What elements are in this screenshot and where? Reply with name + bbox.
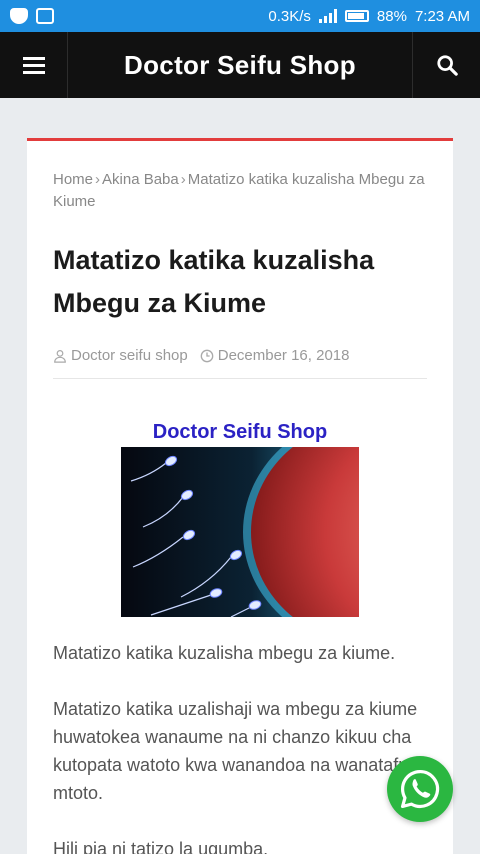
menu-button[interactable] xyxy=(0,32,68,98)
article-card: Home › Akina Baba › Matatizo katika kuzalish… xyxy=(27,138,453,854)
breadcrumb-home[interactable]: Home xyxy=(53,171,93,188)
date-meta: December 16, 2018 xyxy=(200,347,350,364)
clock-icon xyxy=(200,349,214,362)
user-icon xyxy=(54,349,66,363)
article-image: Doctor Seifu Shop xyxy=(120,417,360,617)
site-title[interactable]: Doctor Seifu Shop xyxy=(68,50,412,81)
menu-icon xyxy=(22,63,45,67)
vpn-shield-icon xyxy=(10,8,28,24)
author-name: Doctor seifu shop xyxy=(71,347,188,364)
image-brand-text: Doctor Seifu Shop xyxy=(152,421,328,443)
article-paragraph: Matatizo katika kuzalisha mbegu za kiume… xyxy=(53,643,396,663)
signal-icon xyxy=(318,9,337,23)
whatsapp-icon xyxy=(400,769,440,809)
publish-date: December 16, 2018 xyxy=(217,347,350,364)
whatsapp-button[interactable] xyxy=(387,756,453,822)
author-meta[interactable]: Doctor seifu shop xyxy=(53,347,188,364)
article-paragraph: Matatizo katika uzalishaji wa mbegu za k… xyxy=(53,699,424,803)
breadcrumb: Home › Akina Baba › Matatizo katika kuzalish… xyxy=(53,169,427,213)
sperm-egg-illustration xyxy=(121,447,359,617)
article-paragraph: Hili pia ni tatizo la ugumba. xyxy=(53,839,269,854)
breadcrumb-category[interactable]: Akina Baba xyxy=(102,171,179,188)
battery-level: 88% xyxy=(376,7,407,25)
article-meta: Doctor seifu shop December 16, 2018 xyxy=(53,347,427,379)
site-header: Doctor Seifu Shop xyxy=(0,32,480,98)
search-button[interactable] xyxy=(412,32,480,98)
breadcrumb-separator: › xyxy=(180,171,186,188)
network-speed: 0.3K/s xyxy=(268,7,311,25)
breadcrumb-separator: › xyxy=(95,171,101,188)
search-icon xyxy=(436,55,458,76)
battery-icon xyxy=(344,10,369,22)
status-bar: 0.3K/s 88% 7:23 AM xyxy=(0,0,480,32)
article-title: Matatizo katika kuzalisha Mbegu za Kiume xyxy=(53,245,375,318)
clock-time: 7:23 AM xyxy=(414,7,470,25)
image-notification-icon xyxy=(36,8,54,24)
